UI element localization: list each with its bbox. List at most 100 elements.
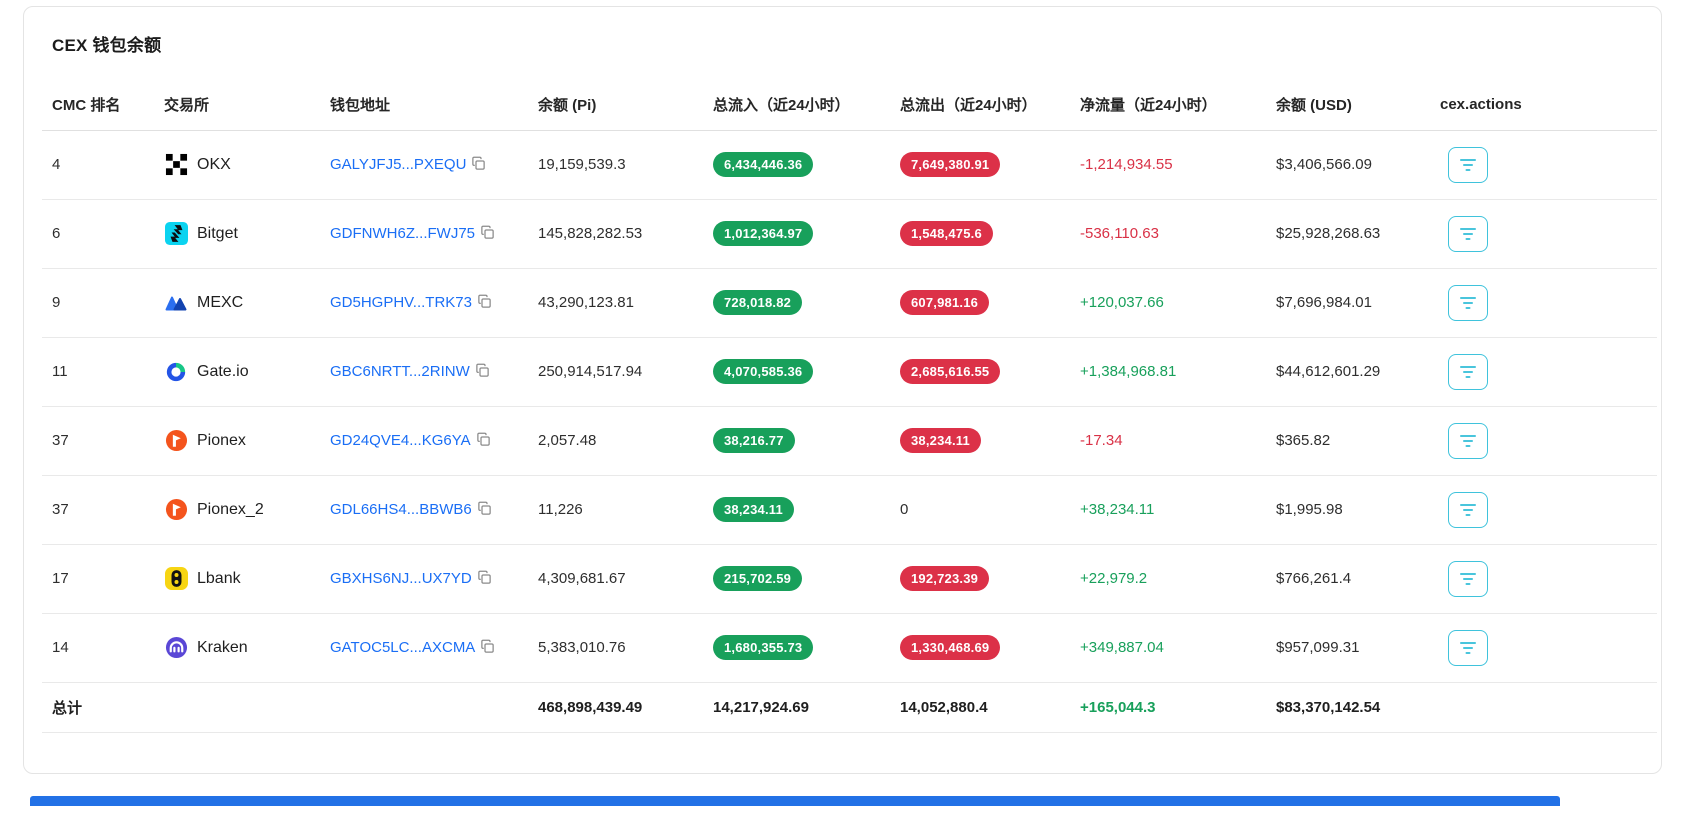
header-inflow-24h: 总流入（近24小时）	[703, 80, 890, 131]
exchange-name: MEXC	[197, 293, 244, 311]
balance-pi: 11,226	[528, 475, 703, 545]
balance-pi: 5,383,010.76	[528, 613, 703, 683]
table-row: 11 Gate.io GBC6NRTT...2RINW 250,914,517.…	[42, 337, 1657, 407]
wallet-address-link[interactable]: GDL66HS4...BBWB6	[330, 501, 472, 518]
filter-action-button[interactable]	[1448, 491, 1488, 528]
net-flow-value: -17.34	[1080, 432, 1123, 449]
balance-usd: $25,928,268.63	[1266, 199, 1430, 269]
balance-pi: 250,914,517.94	[528, 337, 703, 407]
kraken-logo-icon	[164, 636, 188, 660]
net-flow-value: +22,979.2	[1080, 570, 1148, 587]
header-balance-pi: 余额 (Pi)	[528, 80, 703, 131]
net-flow-value: -536,110.63	[1080, 225, 1159, 242]
inflow-badge: 6,434,446.36	[713, 152, 814, 177]
outflow-badge: 607,981.16	[900, 290, 990, 315]
totals-balance-usd: $83,370,142.54	[1266, 682, 1430, 733]
inflow-badge: 728,018.82	[713, 290, 803, 315]
copy-icon[interactable]	[477, 501, 492, 516]
table-row: 37 Pionex GD24QVE4...KG6YA 2,057.48 38,2…	[42, 406, 1657, 476]
cmc-rank: 4	[42, 130, 154, 200]
totals-balance-pi: 468,898,439.49	[528, 682, 703, 733]
balance-usd: $365.82	[1266, 406, 1430, 476]
header-balance-usd: 余额 (USD)	[1266, 80, 1430, 131]
inflow-badge: 4,070,585.36	[713, 359, 814, 384]
copy-icon[interactable]	[475, 363, 490, 378]
pionex-logo-icon	[164, 429, 188, 453]
cex-wallet-balance-card: CEX 钱包余额 CMC 排名 交易所 钱包地址 余额 (Pi) 总流入（近24…	[23, 6, 1662, 774]
totals-inflow: 14,217,924.69	[703, 682, 890, 733]
cmc-rank: 9	[42, 268, 154, 338]
pionex-logo-icon	[164, 498, 188, 522]
wallet-address-link[interactable]: GBC6NRTT...2RINW	[330, 363, 470, 380]
copy-icon[interactable]	[476, 432, 491, 447]
balance-usd: $44,612,601.29	[1266, 337, 1430, 407]
filter-action-button[interactable]	[1448, 353, 1488, 390]
wallet-address-link[interactable]: GATOC5LC...AXCMA	[330, 639, 475, 656]
inflow-badge: 38,234.11	[713, 497, 794, 522]
net-flow-value: +349,887.04	[1080, 639, 1164, 656]
inflow-badge: 38,216.77	[713, 428, 795, 453]
balance-pi: 4,309,681.67	[528, 544, 703, 614]
totals-outflow: 14,052,880.4	[890, 682, 1070, 733]
outflow-badge: 7,649,380.91	[900, 152, 1001, 177]
wallet-address-link[interactable]: GD5HGPHV...TRK73	[330, 294, 472, 311]
filter-action-button[interactable]	[1448, 422, 1488, 459]
table-row: 9 MEXC GD5HGPHV...TRK73 43,290,123.81 72…	[42, 268, 1657, 338]
inflow-badge: 1,680,355.73	[713, 635, 814, 660]
mexc-logo-icon	[164, 291, 188, 315]
filter-action-button[interactable]	[1448, 560, 1488, 597]
exchange-name: Pionex	[197, 431, 246, 449]
cmc-rank: 14	[42, 613, 154, 683]
balance-usd: $957,099.31	[1266, 613, 1430, 683]
table-row: 17 Lbank GBXHS6NJ...UX7YD 4,309,681.67 2…	[42, 544, 1657, 614]
balance-pi: 19,159,539.3	[528, 130, 703, 200]
cmc-rank: 37	[42, 406, 154, 476]
balance-usd: $766,261.4	[1266, 544, 1430, 614]
table-row: 4 OKX GALYJFJ5...PXEQU 19,159,539.3 6,43…	[42, 130, 1657, 200]
table-row: 37 Pionex_2 GDL66HS4...BBWB6 11,226 38,2…	[42, 475, 1657, 545]
wallet-address-link[interactable]: GBXHS6NJ...UX7YD	[330, 570, 472, 587]
wallet-address-link[interactable]: GALYJFJ5...PXEQU	[330, 156, 466, 173]
wallet-address-link[interactable]: GD24QVE4...KG6YA	[330, 432, 471, 449]
filter-action-button[interactable]	[1448, 284, 1488, 321]
inflow-badge: 215,702.59	[713, 566, 803, 591]
copy-icon[interactable]	[477, 294, 492, 309]
filter-action-button[interactable]	[1448, 146, 1488, 183]
filter-action-button[interactable]	[1448, 629, 1488, 666]
lbank-logo-icon	[164, 567, 188, 591]
filter-action-button[interactable]	[1448, 215, 1488, 252]
page-title: CEX 钱包余额	[52, 36, 162, 55]
net-flow-value: -1,214,934.55	[1080, 156, 1173, 173]
balance-pi: 2,057.48	[528, 406, 703, 476]
totals-label: 总计	[42, 682, 154, 733]
wallet-address-link[interactable]: GDFNWH6Z...FWJ75	[330, 225, 475, 242]
balance-pi: 43,290,123.81	[528, 268, 703, 338]
balance-usd: $3,406,566.09	[1266, 130, 1430, 200]
cmc-rank: 17	[42, 544, 154, 614]
copy-icon[interactable]	[480, 225, 495, 240]
bitget-logo-icon	[164, 222, 188, 246]
totals-net-flow: +165,044.3	[1080, 698, 1156, 716]
outflow-badge: 38,234.11	[900, 428, 981, 453]
okx-logo-icon	[164, 153, 188, 177]
exchange-name: Lbank	[197, 569, 241, 587]
header-outflow-24h: 总流出（近24小时）	[890, 80, 1070, 131]
net-flow-value: +120,037.66	[1080, 294, 1164, 311]
copy-icon[interactable]	[477, 570, 492, 585]
outflow-badge: 1,548,475.6	[900, 221, 993, 246]
table-row: 14 Kraken GATOC5LC...AXCMA 5,383,010.76 …	[42, 613, 1657, 683]
balance-usd: $7,696,984.01	[1266, 268, 1430, 338]
copy-icon[interactable]	[471, 156, 486, 171]
header-netflow-24h: 净流量（近24小时）	[1070, 80, 1266, 131]
balance-pi: 145,828,282.53	[528, 199, 703, 269]
copy-icon[interactable]	[480, 639, 495, 654]
inflow-badge: 1,012,364.97	[713, 221, 814, 246]
header-cmc-rank: CMC 排名	[42, 80, 154, 131]
header-wallet-address: 钱包地址	[320, 80, 528, 131]
table-header-row: CMC 排名 交易所 钱包地址 余额 (Pi) 总流入（近24小时） 总流出（近…	[42, 80, 1657, 131]
cmc-rank: 37	[42, 475, 154, 545]
outflow-badge: 1,330,468.69	[900, 635, 1001, 660]
table-row: 6 Bitget GDFNWH6Z...FWJ75 145,828,282.53…	[42, 199, 1657, 269]
net-flow-value: +38,234.11	[1080, 501, 1155, 518]
exchange-name: Pionex_2	[197, 500, 264, 518]
